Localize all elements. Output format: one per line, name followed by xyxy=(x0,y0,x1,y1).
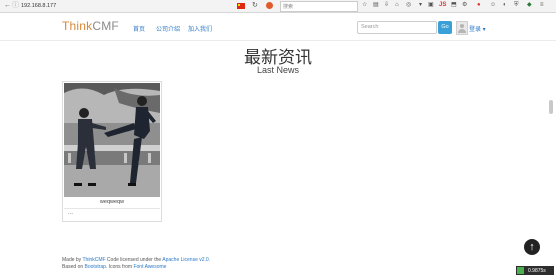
pocket-icon[interactable]: ⬒ xyxy=(451,2,457,9)
load-time-value: 0.9875s xyxy=(528,268,546,274)
license-link[interactable]: Apache License v2.0. xyxy=(162,257,210,263)
download-icon[interactable]: ⇩ xyxy=(384,2,389,9)
nav-item-home[interactable]: 首页 xyxy=(133,24,145,33)
info-icon[interactable]: ⓘ xyxy=(12,2,19,9)
nav-item-company[interactable]: 公司介绍 xyxy=(156,24,180,33)
logo-suffix: CMF xyxy=(92,19,119,33)
menu-dropdown-icon[interactable]: ▾ xyxy=(419,2,422,9)
extension-icon[interactable]: ● xyxy=(477,2,481,9)
page-subtitle: Last News xyxy=(256,65,300,75)
settings-icon[interactable]: ⚙ xyxy=(462,2,467,9)
scroll-to-top-button[interactable]: ↑ xyxy=(524,239,540,255)
back-arrow-icon[interactable]: ← xyxy=(4,2,11,9)
news-card[interactable]: weqweqw ... xyxy=(62,81,162,222)
news-photo[interactable] xyxy=(64,83,160,197)
extension-icon[interactable]: ▣ xyxy=(428,2,434,9)
login-link[interactable]: 登录 ▾ xyxy=(469,24,486,33)
bootstrap-link[interactable]: Bootstrap xyxy=(85,264,106,270)
logo-accent: T xyxy=(62,19,70,33)
footer-text: Made by xyxy=(62,257,83,263)
home-icon[interactable]: ⌂ xyxy=(395,2,399,9)
nav-item-join-us[interactable]: 加入我们 xyxy=(188,24,212,33)
extension-icon[interactable]: ◆ xyxy=(527,2,532,9)
footer-line-2: Based on Bootstrap. Icons from Font Awes… xyxy=(62,264,210,271)
footer-text: Code licensed under the xyxy=(105,257,163,263)
footer-text: . Icons from xyxy=(105,263,134,270)
extension-icon[interactable]: ◎ xyxy=(406,2,411,9)
load-time-badge: 0.9875s xyxy=(516,266,554,275)
site-search-input[interactable]: Search xyxy=(357,21,437,34)
logo-main: hink xyxy=(69,19,93,33)
card-divider xyxy=(64,208,160,209)
extension-icon[interactable]: ◐ xyxy=(503,2,507,9)
site-logo[interactable]: ThinkCMF xyxy=(62,19,119,33)
site-footer: Made by ThinkCMF Code licensed under the… xyxy=(62,257,210,270)
site-navbar: ThinkCMF 首页 公司介绍 加入我们 Search Go 登录 ▾ xyxy=(0,13,556,41)
browser-toolbar: ← ⓘ 192.168.8.177 ↻ 搜索 ☆ ▤ ⇩ ⌂ ◎ ▾ ▣ JS … xyxy=(0,0,556,13)
site-search-placeholder: Search xyxy=(361,24,379,30)
reload-icon[interactable]: ↻ xyxy=(252,1,258,9)
js-extension-icon[interactable]: JS xyxy=(439,2,446,9)
font-awesome-link[interactable]: Font Awesome xyxy=(133,264,166,270)
user-icon[interactable]: ☺ xyxy=(490,2,496,9)
shield-icon[interactable]: ⛨ xyxy=(514,2,519,9)
extension-icon xyxy=(517,267,524,274)
page-scrollbar[interactable] xyxy=(549,100,553,114)
clipboard-icon[interactable]: ▤ xyxy=(373,2,379,9)
search-go-button[interactable]: Go xyxy=(438,21,452,34)
extension-icon[interactable] xyxy=(266,2,273,9)
thinkcmf-link[interactable]: ThinkCMF xyxy=(82,257,105,263)
address-bar[interactable]: 192.168.8.177 xyxy=(21,3,56,9)
avatar[interactable] xyxy=(456,21,468,35)
china-flag-icon xyxy=(237,3,245,9)
footer-text: Based on xyxy=(62,263,85,270)
browser-search-placeholder: 搜索 xyxy=(283,4,294,10)
news-card-excerpt: ... xyxy=(68,210,74,216)
kung-fu-photo-image xyxy=(64,83,160,197)
browser-search-box[interactable]: 搜索 xyxy=(280,1,358,12)
news-card-title[interactable]: weqweqw xyxy=(63,199,161,205)
star-icon[interactable]: ☆ xyxy=(362,2,367,9)
hamburger-menu-icon[interactable]: ≡ xyxy=(540,2,544,9)
